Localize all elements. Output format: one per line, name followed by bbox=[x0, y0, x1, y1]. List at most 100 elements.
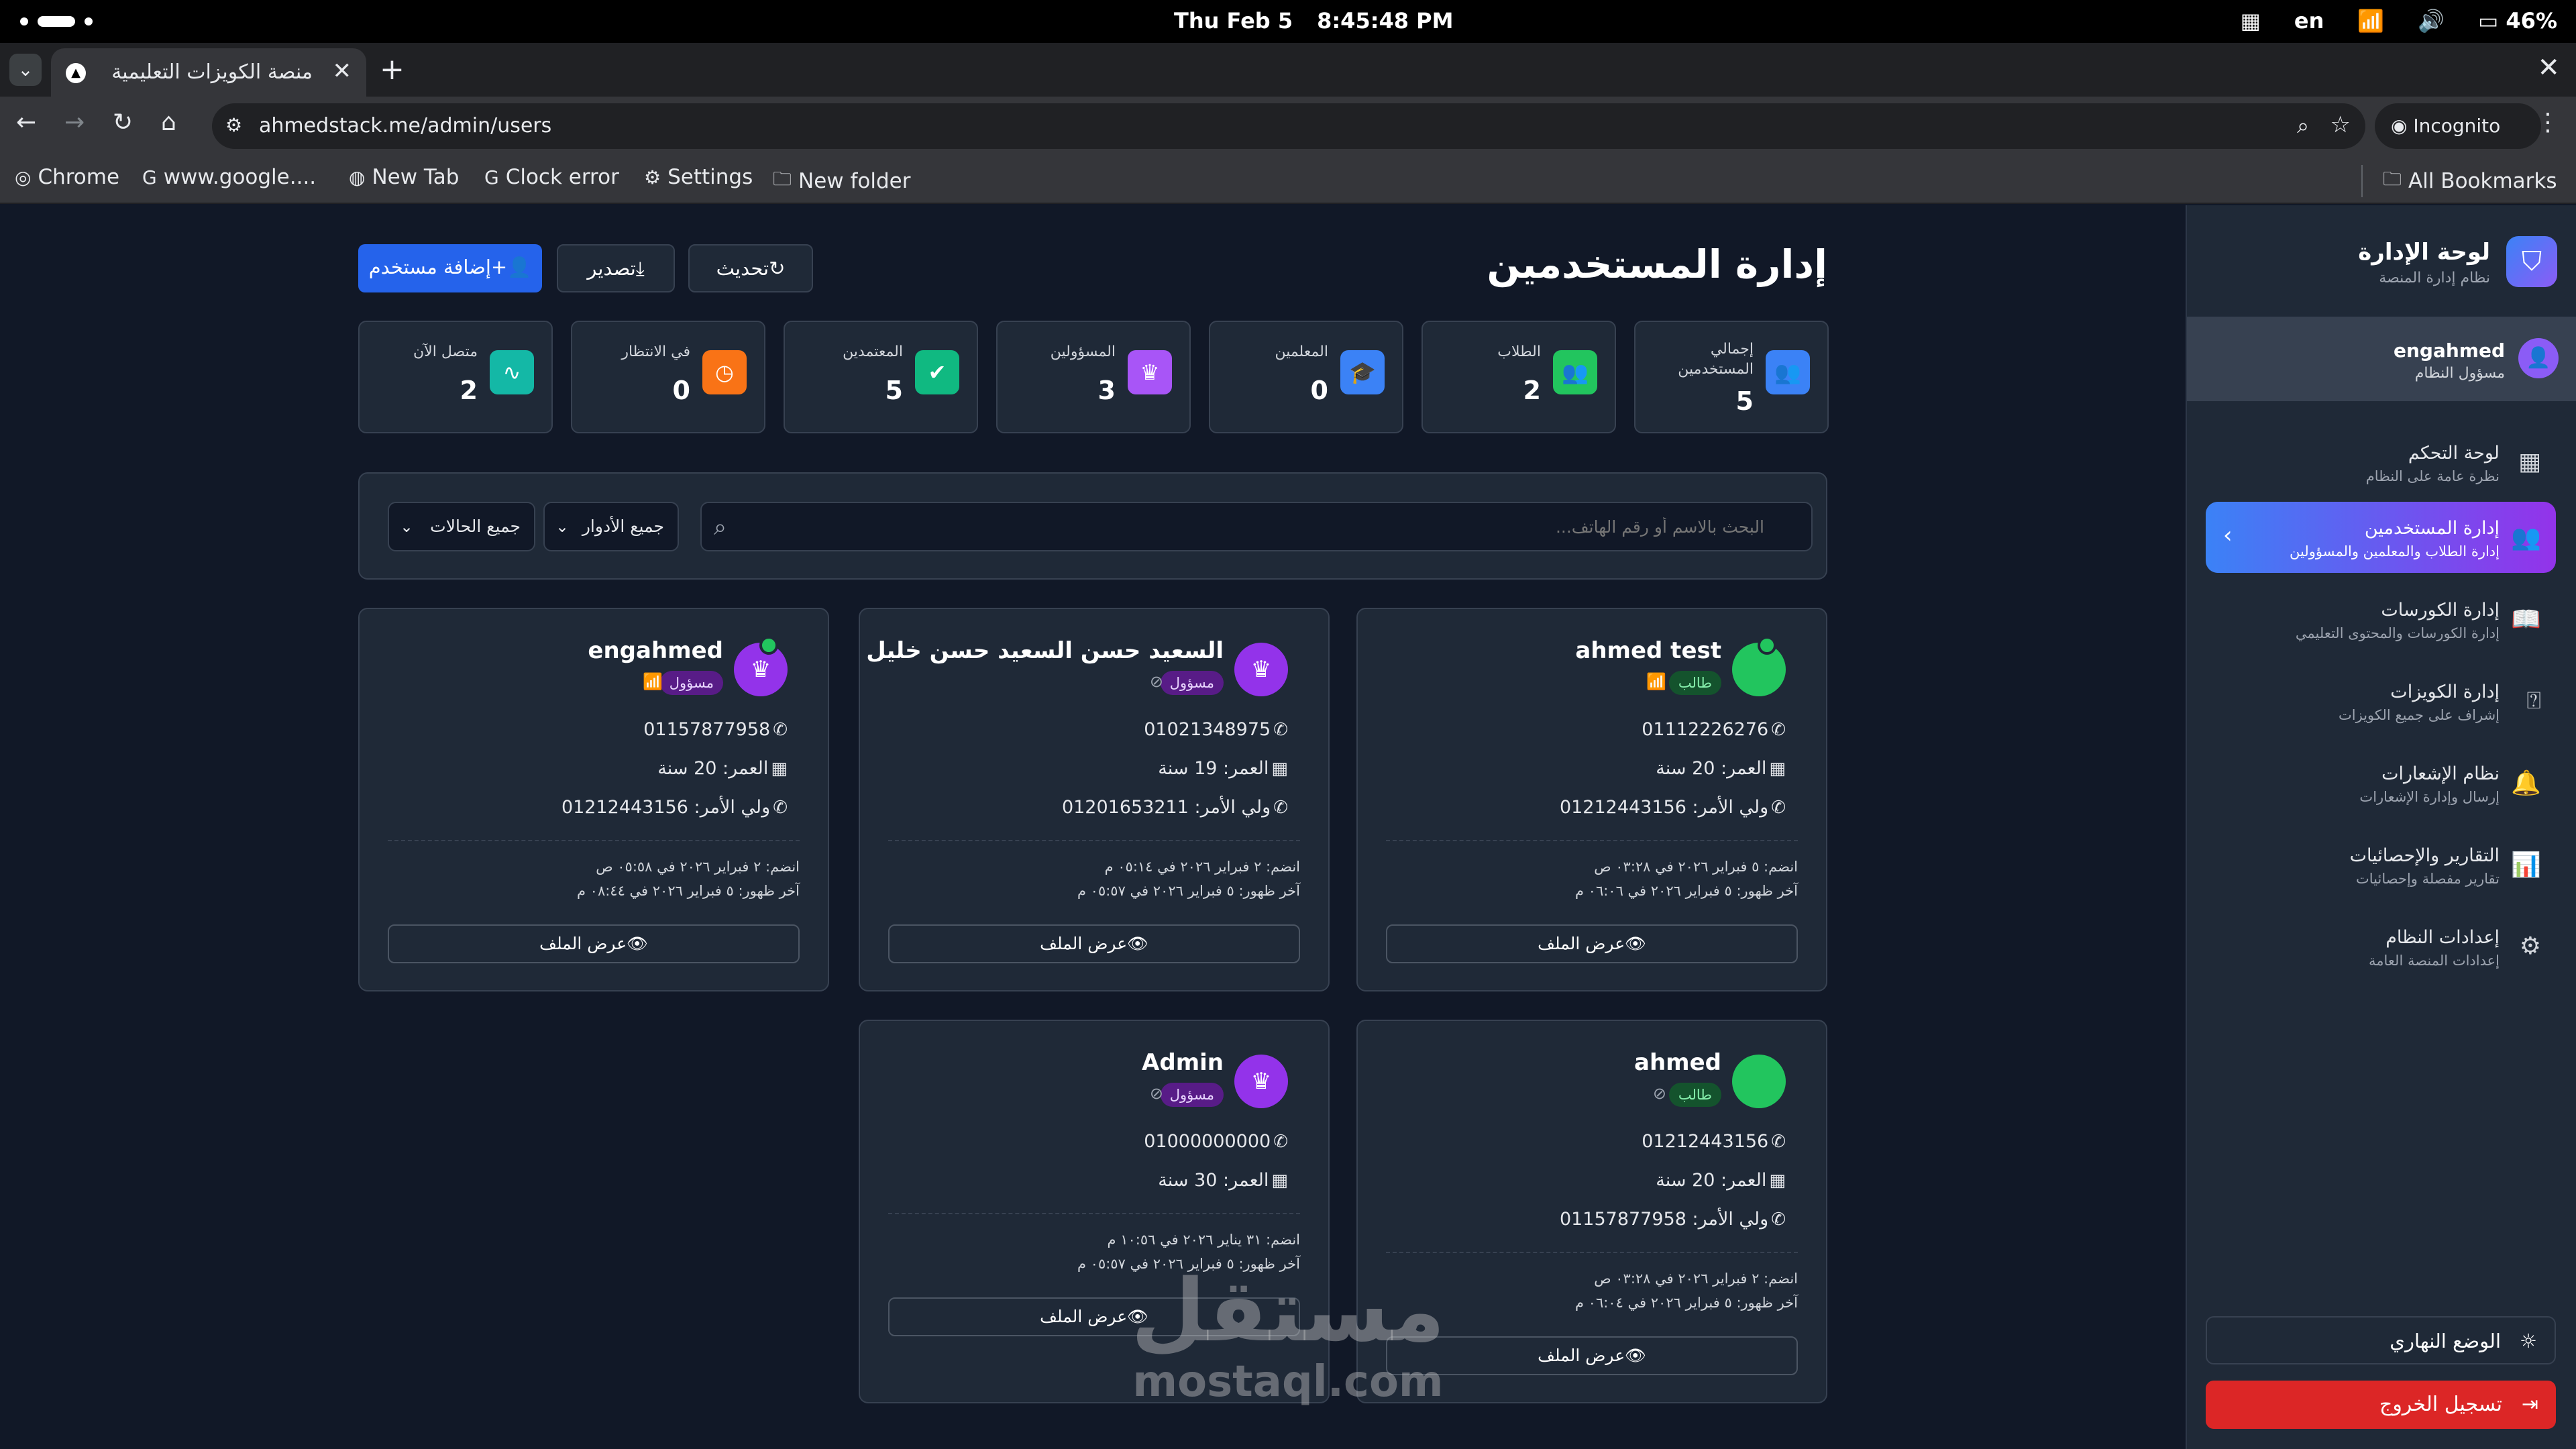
calendar-icon: ▦ bbox=[1271, 1171, 1288, 1191]
new-tab-button[interactable]: + bbox=[380, 52, 405, 87]
sidebar-item-users[interactable]: 👥 إدارة المستخدمين إدارة الطلاب والمعلمي… bbox=[2206, 502, 2556, 573]
user-name: Admin bbox=[1142, 1049, 1224, 1076]
sidebar-item-label: التقارير والإحصائيات bbox=[2349, 845, 2500, 866]
chart-icon: 📊 bbox=[2511, 851, 2541, 879]
stat-value: 0 bbox=[1310, 376, 1328, 405]
search-input[interactable] bbox=[702, 503, 1811, 550]
user-age: ▦العمر: 19 سنة bbox=[1158, 758, 1288, 779]
wifi-off-icon: ⊘ bbox=[1149, 1084, 1163, 1103]
crown-icon: ♛ bbox=[1128, 350, 1172, 394]
sidebar-user-card[interactable]: 👤 engahmed مسؤول النظام bbox=[2187, 317, 2576, 401]
divider bbox=[888, 840, 1300, 841]
folder-icon: 🗀 bbox=[773, 168, 792, 190]
page-title: إدارة المستخدمين bbox=[1487, 241, 1827, 287]
bookmark-new-tab[interactable]: ◍ New Tab bbox=[349, 165, 459, 189]
bookmark-clock-error[interactable]: G Clock error bbox=[484, 165, 619, 189]
close-tab-icon[interactable]: ✕ bbox=[333, 58, 352, 85]
calendar-icon: ▦ bbox=[1271, 759, 1288, 779]
view-profile-button[interactable]: 👁عرض الملف bbox=[888, 924, 1300, 963]
role-select[interactable]: جميع الأدوار ⌄ bbox=[543, 502, 679, 551]
chevron-down-icon: ⌄ bbox=[555, 517, 570, 536]
search-box[interactable]: ⌕ bbox=[700, 502, 1813, 551]
watermark-url: mostaql.com bbox=[1132, 1357, 1444, 1407]
layout-icon[interactable]: ▦ bbox=[2241, 8, 2261, 34]
stat-online: ∿ متصل الآن 2 bbox=[358, 321, 553, 433]
export-label: تصدير bbox=[587, 257, 636, 280]
os-time: 8:45:48 PM bbox=[1317, 8, 1454, 34]
sidebar-item-courses[interactable]: 📖 إدارة الكورسات إدارة الكورسات والمحتوى… bbox=[2206, 584, 2556, 655]
logout-button[interactable]: ⇥ تسجيل الخروج bbox=[2206, 1381, 2556, 1429]
user-age: ▦العمر: 30 سنة bbox=[1158, 1170, 1288, 1191]
phone-icon: ✆ bbox=[1771, 720, 1786, 740]
all-bookmarks[interactable]: 🗀 All Bookmarks bbox=[2361, 165, 2557, 197]
incognito-badge[interactable]: ◉ Incognito bbox=[2375, 103, 2541, 149]
shield-icon: ⛉ bbox=[2506, 236, 2557, 287]
bookmark-settings[interactable]: ⚙ Settings bbox=[644, 165, 753, 189]
joined-date: انضم: ٢ فبراير ٢٠٢٦ في ٠٣:٢٨ ص bbox=[1594, 1271, 1798, 1287]
reload-icon[interactable]: ↻ bbox=[113, 109, 133, 136]
sidebar-item-desc: إرسال وإدارة الإشعارات bbox=[2359, 789, 2500, 805]
sidebar-item-reports[interactable]: 📊 التقارير والإحصائيات تقارير مفصلة وإحص… bbox=[2206, 829, 2556, 900]
close-window-icon[interactable]: ✕ bbox=[2537, 52, 2560, 83]
forward-icon[interactable]: → bbox=[64, 109, 85, 136]
role-select-value: جميع الأدوار bbox=[582, 517, 664, 536]
browser-tab[interactable]: ▲ منصة الكويزات التعليمية ✕ bbox=[51, 48, 366, 97]
view-profile-button[interactable]: 👁عرض الملف bbox=[1386, 924, 1798, 963]
download-icon: ⤓ bbox=[635, 257, 645, 280]
wifi-off-icon: ⊘ bbox=[1149, 672, 1163, 691]
sidebar-item-notifications[interactable]: 🔔 نظام الإشعارات إرسال وإدارة الإشعارات bbox=[2206, 747, 2556, 818]
bookmark-new-folder[interactable]: 🗀 New folder bbox=[773, 165, 910, 197]
stat-label: المسؤولين bbox=[1050, 343, 1116, 360]
avatar bbox=[1732, 1055, 1786, 1108]
add-user-label: إضافة مستخدم bbox=[368, 256, 491, 278]
site-info-icon[interactable]: ⚙ bbox=[225, 114, 242, 136]
user-phone: ✆01000000000 bbox=[1144, 1131, 1288, 1152]
sidebar-item-label: إدارة الكورسات bbox=[2381, 600, 2500, 621]
refresh-button[interactable]: ↻تحديث bbox=[688, 244, 813, 292]
export-button[interactable]: ⤓تصدير bbox=[557, 244, 675, 292]
url-text[interactable]: ahmedstack.me/admin/users bbox=[259, 114, 551, 138]
battery: ▭ 46% bbox=[2478, 8, 2557, 34]
sidebar-user-role: مسؤول النظام bbox=[2414, 365, 2505, 382]
theme-toggle-button[interactable]: ☼ الوضع النهاري bbox=[2206, 1316, 2556, 1364]
stat-label: المعتمدين bbox=[843, 343, 903, 360]
stat-teachers: 🎓 المعلمين 0 bbox=[1209, 321, 1403, 433]
os-status-bar: Thu Feb 5 8:45:48 PM ▦ en 📶 🔊 ▭ 46% bbox=[0, 0, 2576, 43]
user-name: engahmed bbox=[588, 637, 723, 664]
os-lang[interactable]: en bbox=[2294, 8, 2324, 34]
stat-total-users: 👥 إجمالي المستخدمين 5 bbox=[1634, 321, 1829, 433]
stat-value: 2 bbox=[460, 376, 478, 405]
graduation-cap-icon: 🎓 bbox=[1340, 350, 1385, 394]
add-user-button[interactable]: 👤+إضافة مستخدم bbox=[358, 244, 542, 292]
watermark-arabic: مستقل bbox=[1130, 1261, 1446, 1361]
home-icon[interactable]: ⌂ bbox=[161, 109, 176, 136]
joined-date: انضم: ٣١ يناير ٢٠٢٦ في ١٠:٥٦ م bbox=[1107, 1232, 1300, 1248]
tab-favicon-icon: ▲ bbox=[66, 63, 86, 83]
user-phone: ✆01212443156 bbox=[1642, 1131, 1786, 1152]
status-select[interactable]: جميع الحالات ⌄ bbox=[388, 502, 535, 551]
address-bar[interactable]: ⚙ ahmedstack.me/admin/users ⌕ ☆ bbox=[212, 103, 2365, 149]
zoom-icon[interactable]: ⌕ bbox=[2297, 113, 2309, 139]
user-phone: ✆01157877958 bbox=[643, 719, 788, 740]
bookmark-google[interactable]: Gwww.google.... bbox=[142, 165, 316, 189]
tab-search-button[interactable]: ⌄ bbox=[9, 54, 42, 86]
stat-approved: ✔ المعتمدين 5 bbox=[784, 321, 978, 433]
wifi-icon: 📶 bbox=[2357, 8, 2385, 34]
user-name: ahmed bbox=[1634, 1049, 1721, 1076]
sidebar-item-label: إدارة المستخدمين bbox=[2364, 518, 2500, 539]
menu-kebab-icon[interactable]: ⋮ bbox=[2536, 109, 2560, 136]
sidebar-item-settings[interactable]: ⚙ إعدادات النظام إعدادات المنصة العامة bbox=[2206, 911, 2556, 982]
phone-icon: ✆ bbox=[1771, 1132, 1786, 1152]
users-icon: 👥 bbox=[1766, 350, 1810, 394]
bookmark-star-icon[interactable]: ☆ bbox=[2330, 111, 2351, 138]
user-age: ▦العمر: 20 سنة bbox=[1656, 758, 1786, 779]
view-profile-button[interactable]: 👁عرض الملف bbox=[388, 924, 800, 963]
stat-value: 0 bbox=[672, 376, 690, 405]
divider bbox=[388, 840, 800, 841]
back-icon[interactable]: ← bbox=[16, 109, 36, 136]
sidebar-item-label: لوحة التحكم bbox=[2408, 443, 2500, 464]
sidebar-item-dashboard[interactable]: ▦ لوحة التحكم نظرة عامة على النظام bbox=[2206, 427, 2556, 498]
view-profile-label: عرض الملف bbox=[1538, 1346, 1625, 1365]
bookmark-chrome[interactable]: ◎ Chrome bbox=[15, 165, 119, 189]
sidebar-item-quizzes[interactable]: ⍰ إدارة الكويزات إشراف على جميع الكويزات bbox=[2206, 665, 2556, 737]
